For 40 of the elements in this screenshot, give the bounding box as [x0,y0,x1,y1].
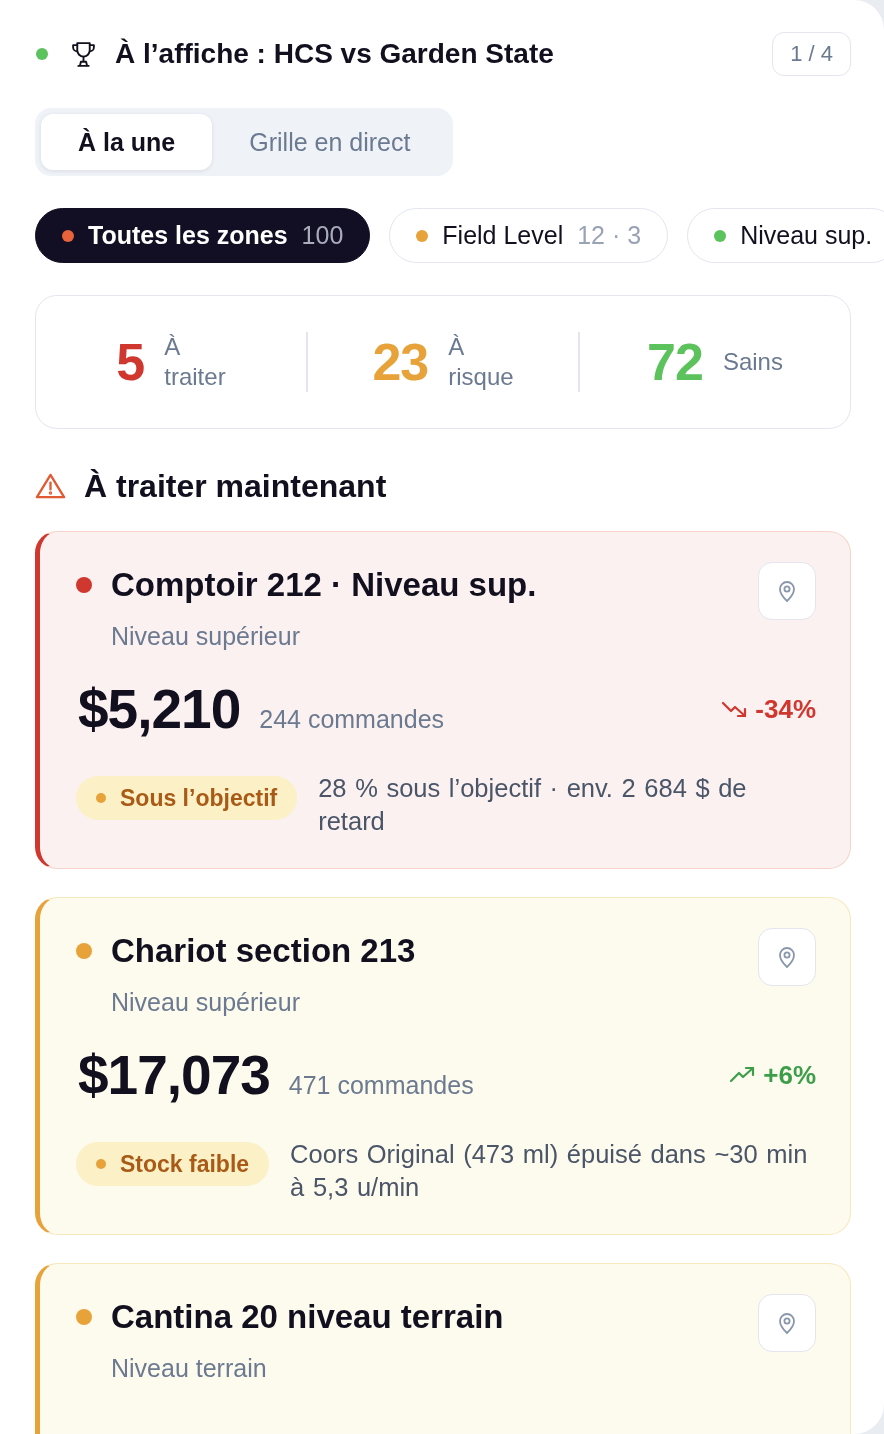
section-title: À traiter maintenant [84,467,387,505]
location-label: Niveau supérieur [111,987,301,1017]
trophy-icon [71,40,96,68]
alert-detail: Coors Original (473 ml) épuisé dans ~30 min à 5,3 u/min [290,1139,809,1203]
tab[interactable]: À la une [41,114,213,170]
status-dot-icon [96,1159,106,1169]
status-dot-icon [76,577,92,593]
badge-label: Stock faible [120,1150,250,1178]
trend-percent: -34% [755,693,816,725]
header-title: À l’affiche : HCS vs Garden State [115,38,554,70]
filter-chip[interactable]: Field Level 12 · 3 [389,208,669,263]
stat-label: Sains [722,347,783,377]
order-count: 471 commandes [288,1071,474,1100]
alert-title: Cantina 20 niveau terrain [111,1298,504,1336]
stat-label: À traiter [164,332,226,392]
trend-percent: +6% [763,1059,816,1091]
location-label: Niveau supérieur [111,621,301,651]
status-dot-icon [76,943,92,959]
location-button[interactable] [758,928,816,986]
location-button[interactable] [758,1294,816,1352]
status-dot-icon [96,793,106,803]
page-indicator: 1 / 4 [772,32,851,76]
stat-value: 23 [372,333,429,391]
filter-chip[interactable]: Niveau sup. [687,208,884,263]
location-label: Niveau terrain [111,1353,268,1383]
order-count: 244 commandes [259,705,445,734]
alert-title: Chariot section 213 [111,932,416,970]
revenue-amount: $17,073 [78,1046,270,1104]
alert-title: Comptoir 212 · Niveau sup. [111,566,537,604]
tab[interactable]: Grille en direct [212,114,448,170]
status-dot-icon [76,1309,92,1325]
stat-value: 72 [647,333,703,391]
location-button[interactable] [758,562,816,620]
revenue-amount: $5,210 [78,680,241,738]
warning-icon [35,472,66,500]
filter-chip[interactable]: Toutes les zones 100 [35,208,371,263]
stat-value: 5 [116,333,145,391]
stat-label: À risque [448,332,514,392]
alert-detail: 28 % sous l’objectif · env. 2 684 $ de retard [318,773,748,837]
badge-label: Sous l’objectif [120,784,278,812]
